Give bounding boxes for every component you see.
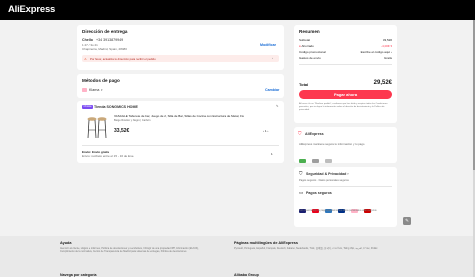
savings-row[interactable]: ● Ahorrado	[299, 44, 314, 48]
payment-method-label: Klarna	[89, 88, 100, 92]
footer-intl-links[interactable]: Русский, Português, Español, Français, D…	[234, 247, 399, 250]
secure-payments-text: Con nuestra app de pago aceptamos los da…	[299, 209, 377, 212]
summary-title: Resumen	[299, 29, 320, 34]
chevron-down-icon: ▾	[101, 87, 103, 92]
footer-categories-title: Navega por categoría	[60, 273, 97, 277]
address-notice[interactable]: ⚠ Por favor, actualiza tu dirección para…	[82, 55, 279, 62]
address-line-2: Chapinería, Madrid, Spain, 28480	[82, 47, 127, 51]
chevron-right-icon: ›	[272, 56, 273, 61]
product-title[interactable]: VASAGLE Taburete de bar, Juego de 2, Sil…	[114, 114, 281, 118]
promo-label: Código promocional	[299, 50, 326, 54]
payment-card: Métodos de pago Klarna ▾ Cambiar	[77, 74, 284, 98]
subtotal-value: 33,52€	[382, 38, 392, 42]
protection-card: ⛉ AliExpress AliExpress mantiene segura …	[294, 127, 397, 163]
recipient-name: Chello +34 3913879949	[82, 38, 124, 42]
store-card: Choice Tienda SONGMICS HOME ✎ VASAGLE Ta…	[77, 101, 284, 163]
payment-title: Métodos de pago	[82, 78, 120, 83]
secure-payments-title: Pagos seguros	[306, 191, 332, 195]
verified-icon	[299, 159, 306, 163]
footer-group-title: Alibaba Group	[234, 273, 259, 277]
change-payment-link[interactable]: Cambiar	[265, 88, 279, 92]
shipping-eta: Envío: recíbelo entre el 15 - 16 de Ene.	[82, 154, 135, 158]
savings-value[interactable]: -4,00€ ▾	[381, 44, 392, 48]
pay-now-button[interactable]: Pagar ahora	[299, 90, 392, 99]
security-text: Pagos seguros · Datos personales seguros	[299, 179, 349, 182]
address-title: Dirección de entrega	[82, 29, 128, 34]
product-image	[84, 114, 110, 140]
footer-help-links[interactable]: Atención al cliente, Litigios e informes…	[60, 247, 210, 254]
protection-text: AliExpress mantiene segura tu informació…	[299, 142, 365, 146]
shipping-quantity[interactable]: 1	[271, 152, 273, 156]
security-title[interactable]: Seguridad & Privacidad ›	[306, 172, 349, 176]
feedback-button[interactable]: ✎	[403, 217, 411, 225]
security-card: ⛉ Seguridad & Privacidad › Pagos seguros…	[294, 167, 397, 227]
edit-icon[interactable]: ✎	[276, 104, 279, 108]
klarna-icon	[82, 88, 87, 92]
shipping-cost-label: Gastos de envío	[299, 56, 321, 60]
footer: Ayuda Atención al cliente, Litigios e in…	[0, 236, 475, 277]
top-bar: AliExpress	[0, 0, 475, 20]
payment-logos	[299, 150, 333, 168]
item-divider	[82, 145, 279, 146]
legal-text: Al hacer clic en "Realizar pedido", conf…	[299, 103, 388, 111]
protection-logo: AliExpress	[305, 132, 324, 136]
total-value: 29,52€	[373, 80, 392, 86]
footer-intl-title: Páginas multilingües de AliExpress	[234, 241, 299, 245]
credit-card-icon: ▭	[299, 190, 304, 195]
footer-help-title: Ayuda	[60, 241, 72, 245]
security-shield-icon: ⛉	[299, 171, 303, 176]
shield-icon: ⛉	[298, 131, 302, 136]
security-divider	[299, 186, 392, 187]
card-icon	[311, 159, 319, 163]
aliexpress-logo[interactable]: AliExpress	[8, 4, 55, 15]
product-variant[interactable]: Beige Rústico y Negro | Carbón	[114, 119, 150, 122]
store-name[interactable]: Tienda SONGMICS HOME	[94, 105, 138, 109]
lock-icon	[324, 159, 332, 163]
warning-icon: ⚠	[84, 56, 87, 61]
summary-divider	[299, 64, 392, 65]
choice-badge: Choice	[82, 104, 94, 109]
subtotal-label: Subtotal	[299, 38, 311, 42]
shipping-cost-value: Gratis	[383, 56, 392, 60]
notice-text: Por favor, actualiza tu dirección para r…	[90, 56, 156, 61]
address-card: Dirección de entrega Chello +34 391387994…	[77, 25, 284, 70]
total-label: Total	[299, 82, 309, 87]
promo-code-input[interactable]: Escribe el código aquí ›	[361, 50, 392, 54]
summary-card: Resumen Subtotal 33,52€ ● Ahorrado -4,00…	[294, 25, 397, 123]
product-price: 33,52€	[114, 128, 130, 134]
quantity-stepper[interactable]: ‹ 1 ›	[263, 129, 268, 133]
modify-address-link[interactable]: Modificar	[260, 43, 276, 47]
